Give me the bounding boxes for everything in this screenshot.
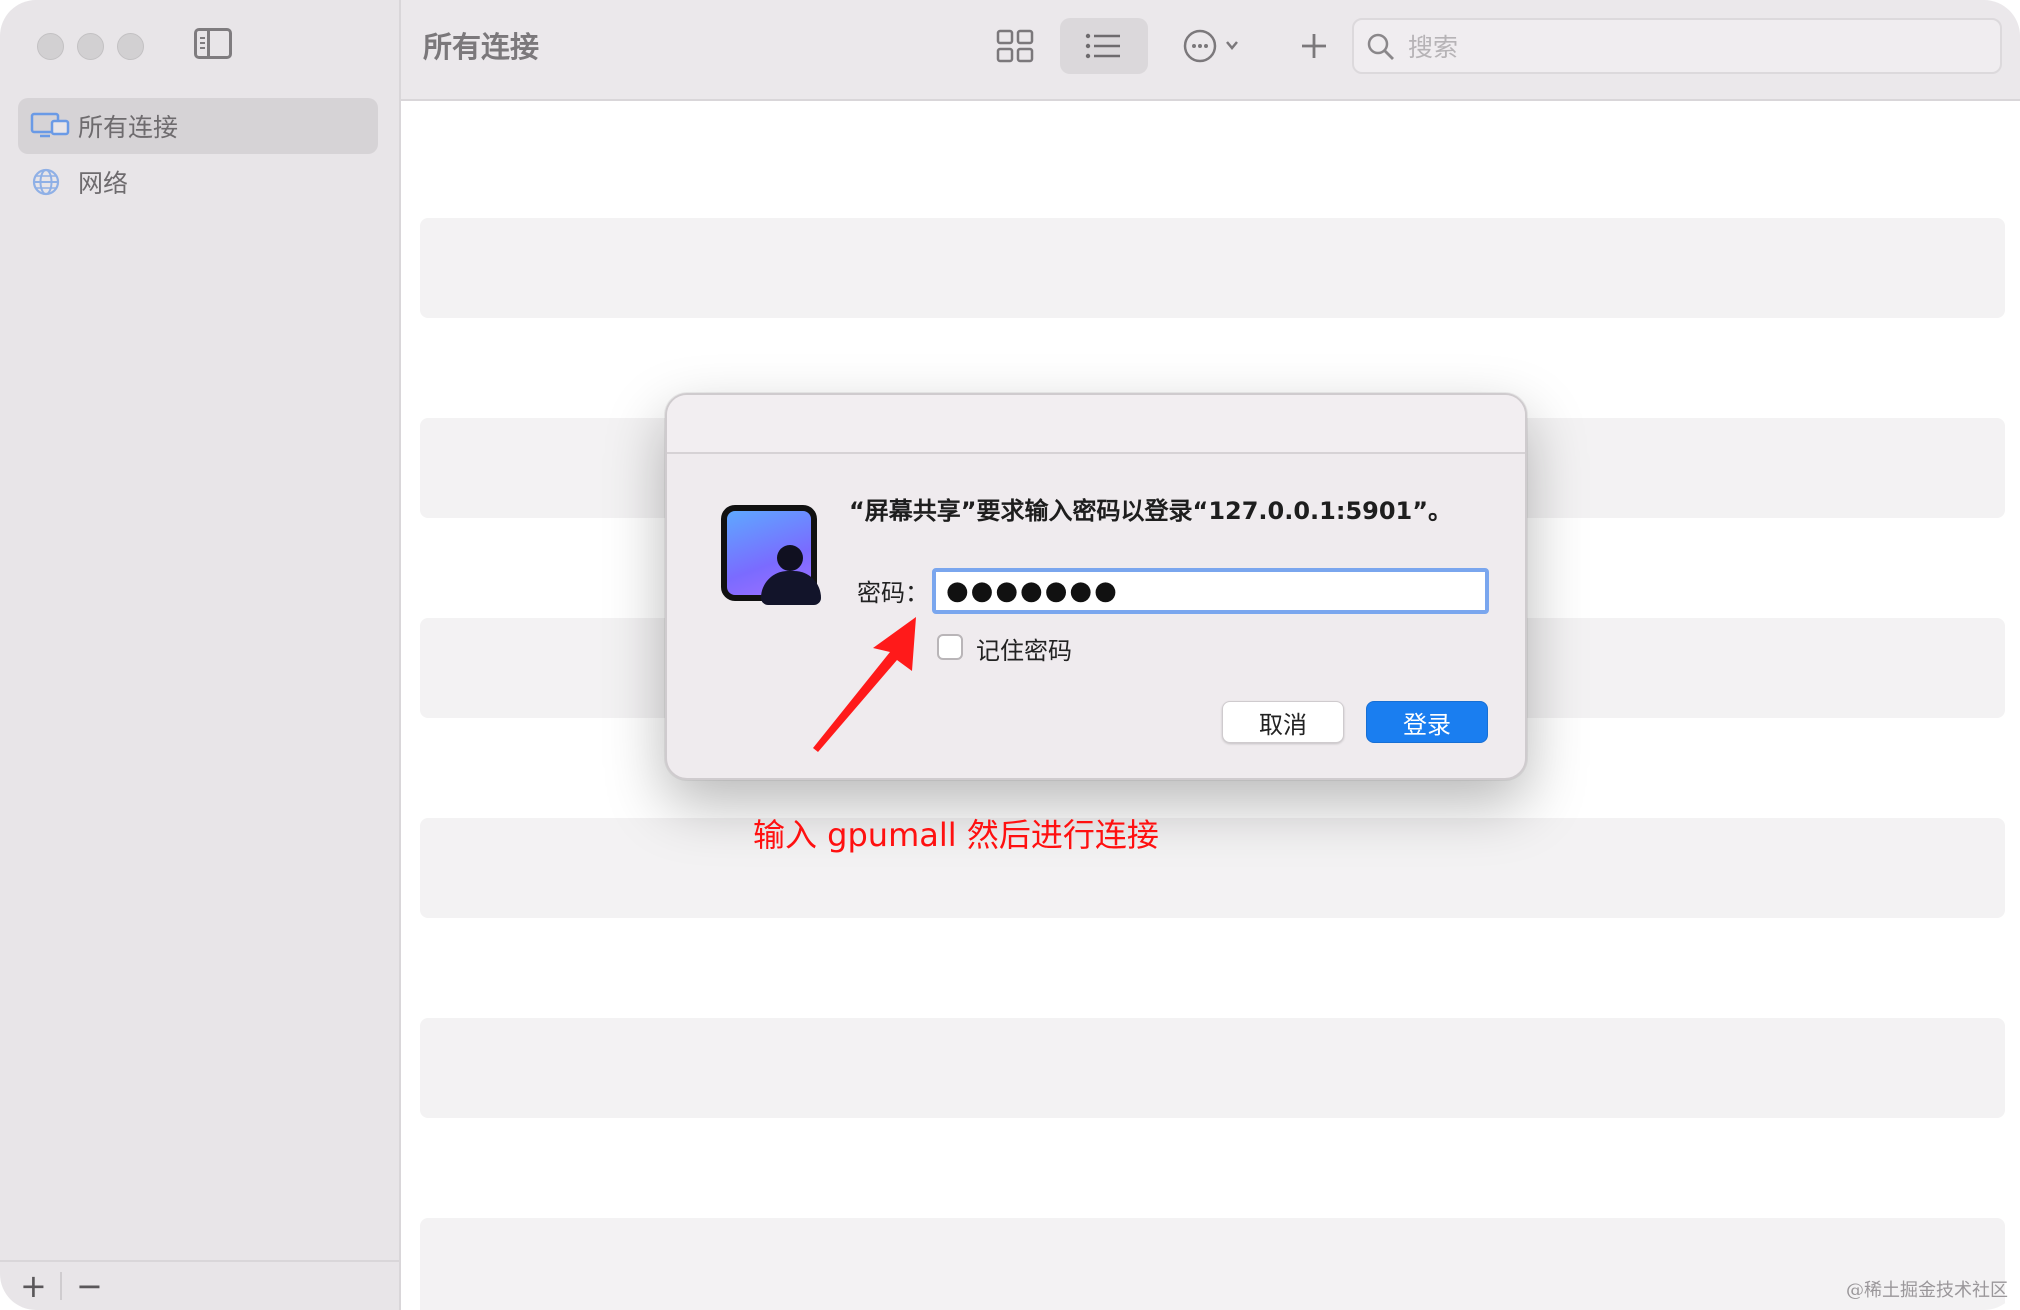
annotation-text: 输入 gpumall 然后进行连接: [753, 816, 1159, 854]
annotation-arrow: [813, 617, 916, 752]
screen-sharing-window: 所有连接 网络 + − 所有连接 搜索 “屏幕共享”要求输入密码以登录“127.…: [0, 0, 2020, 1310]
watermark: @稀土掘金技术社区: [1846, 1280, 2008, 1301]
